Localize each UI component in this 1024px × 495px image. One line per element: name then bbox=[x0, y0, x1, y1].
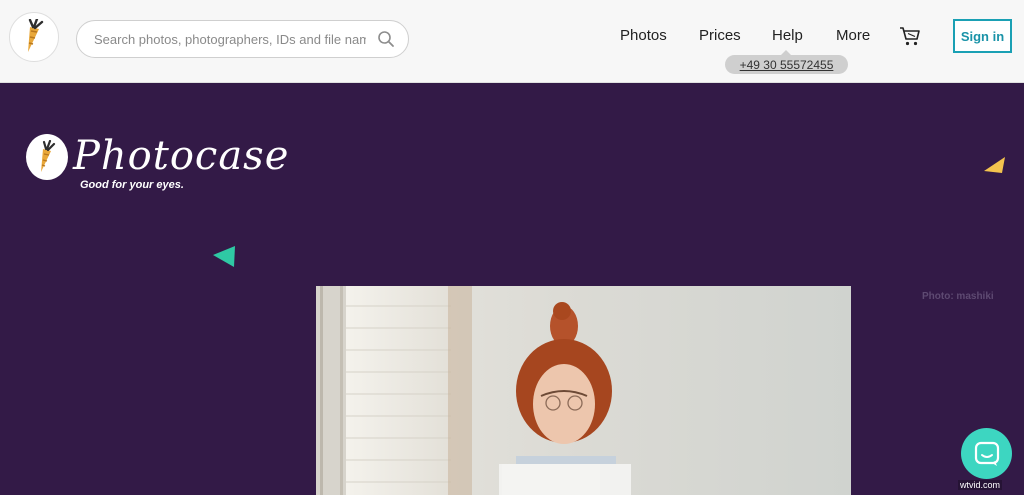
nav-more[interactable]: More bbox=[836, 27, 870, 44]
brand-logo-badge bbox=[26, 134, 68, 180]
nav-help[interactable]: Help bbox=[772, 27, 803, 44]
brand-tagline: Good for your eyes. bbox=[80, 179, 184, 191]
cart-icon[interactable] bbox=[898, 24, 922, 48]
carrot-icon bbox=[28, 19, 44, 52]
teal-triangle-decoration bbox=[213, 246, 235, 267]
chat-launcher-button[interactable] bbox=[961, 428, 1012, 479]
site-logo[interactable] bbox=[9, 12, 59, 62]
yellow-triangle-decoration bbox=[984, 157, 1005, 173]
search-box bbox=[76, 20, 409, 58]
photo-credit: Photo: mashiki bbox=[922, 291, 994, 302]
sign-in-button[interactable]: Sign in bbox=[953, 19, 1012, 53]
nav-prices[interactable]: Prices bbox=[699, 27, 741, 44]
nav-photos[interactable]: Photos bbox=[620, 27, 667, 44]
carrot-icon bbox=[41, 140, 56, 172]
search-icon[interactable] bbox=[377, 30, 395, 48]
brand-wordmark: Photocase bbox=[73, 133, 290, 179]
hero-photo bbox=[316, 286, 851, 495]
search-input[interactable] bbox=[94, 31, 366, 47]
chat-icon bbox=[974, 441, 999, 466]
top-navigation-bar: Photos Prices Help More Sign in +49 30 5… bbox=[0, 0, 1024, 83]
watermark: wtvid.com bbox=[958, 480, 1003, 490]
phone-number-tooltip[interactable]: +49 30 55572455 bbox=[725, 50, 848, 74]
hero-photo-image bbox=[316, 286, 851, 495]
